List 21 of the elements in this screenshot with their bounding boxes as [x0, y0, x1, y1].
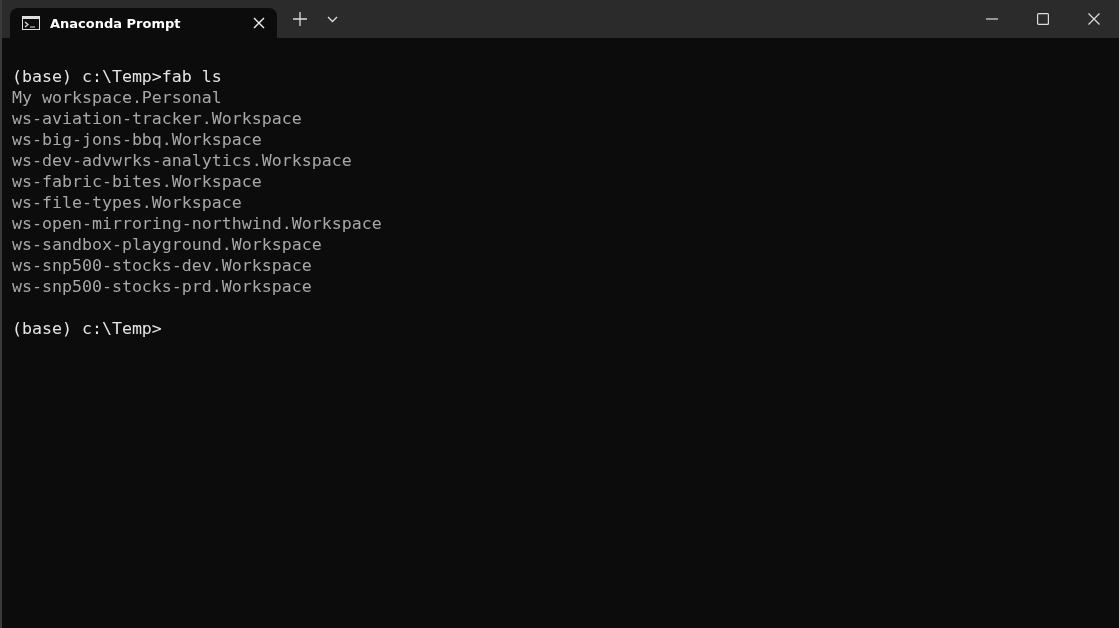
output-line: ws-snp500-stocks-prd.Workspace [12, 276, 313, 297]
output-line: ws-file-types.Workspace [12, 192, 243, 213]
prompt-line: (base) c:\Temp> [12, 318, 163, 339]
minimize-icon[interactable] [985, 18, 998, 20]
close-icon[interactable] [1087, 13, 1100, 25]
maximize-icon[interactable] [1036, 13, 1049, 25]
output-line: ws-fabric-bites.Workspace [12, 171, 263, 192]
close-tab-icon[interactable] [253, 17, 265, 29]
output-line: ws-big-jons-bbq.Workspace [12, 129, 263, 150]
output-line: ws-open-mirroring-northwind.Workspace [12, 213, 383, 234]
tab-title: Anaconda Prompt [50, 15, 182, 31]
output-line: My workspace.Personal [12, 87, 223, 108]
terminal-icon [22, 16, 40, 30]
output-line: ws-sandbox-playground.Workspace [12, 234, 323, 255]
tab[interactable]: Anaconda Prompt [10, 8, 277, 38]
output-line: ws-dev-advwrks-analytics.Workspace [12, 150, 353, 171]
prompt-line: (base) c:\Temp>fab ls [12, 66, 223, 87]
dropdown-chevron-icon[interactable] [327, 15, 338, 23]
new-tab-icon[interactable] [293, 12, 307, 26]
output-line: ws-aviation-tracker.Workspace [12, 108, 303, 129]
output-line: ws-snp500-stocks-dev.Workspace [12, 255, 313, 276]
